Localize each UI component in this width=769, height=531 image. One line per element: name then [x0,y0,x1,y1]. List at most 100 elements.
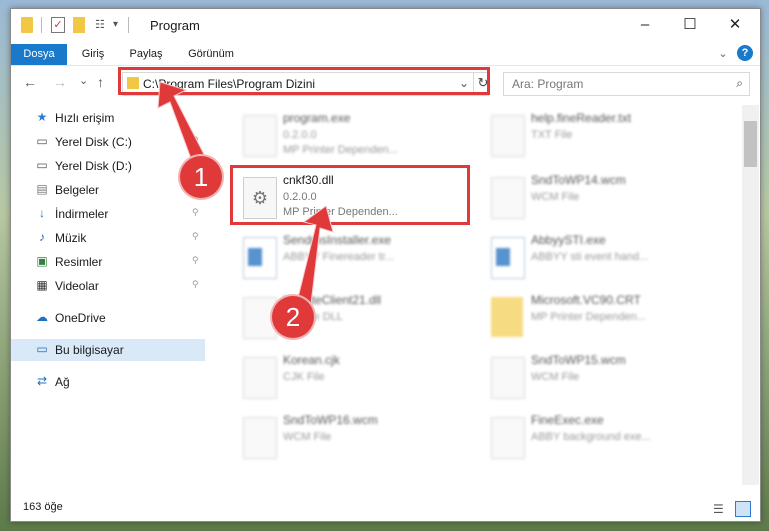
maximize-button[interactable]: ☐ [667,9,713,41]
item-count: 163 öğe [23,501,63,513]
sidebar-item-music[interactable]: ♪ Müzik ⚲ [11,227,205,249]
file-name: SndToWP15.wcm [531,353,626,367]
sidebar-item-network[interactable]: ⇄ Ağ [11,371,205,393]
folder-icon [491,297,523,337]
pin-icon: ⚲ [192,207,199,217]
sidebar-item-documents[interactable]: ▤ Belgeler ⚲ [11,179,205,201]
sidebar-item-this-pc[interactable]: ▭ Bu bilgisayar [11,339,205,361]
sidebar-item-quick-access[interactable]: ★ Hızlı erişim [11,107,205,129]
star-icon: ★ [36,110,48,124]
minimize-button[interactable]: – [622,9,668,41]
customize-toolbar-icon[interactable]: ▾ [113,17,121,33]
drive-icon: ▭ [36,158,48,172]
file-item[interactable]: Microsoft.VC90.CRT MP Printer Dependen..… [481,289,721,349]
file-icon [491,357,525,399]
file-name: FineExec.exe [531,413,604,427]
file-name: Microsoft.VC90.CRT [531,293,641,307]
file-icon [243,115,277,157]
document-icon: ▤ [36,182,48,196]
file-detail: MP Printer Dependen... [283,144,398,156]
sidebar-item-label: İndirmeler [55,207,109,221]
download-icon: ↓ [39,206,45,220]
close-button[interactable]: ✕ [712,9,758,41]
title-bar: ✓ ☷ ▾ Program – ☐ ✕ [11,9,760,41]
file-name: SndToWP14.wcm [531,173,626,187]
file-item[interactable]: Korean.cjk CJK File [233,349,473,409]
up-arrow-icon[interactable]: ↑ [97,74,104,90]
sidebar-item-downloads[interactable]: ↓ İndirmeler ⚲ [11,203,205,225]
network-icon: ⇄ [36,374,48,388]
search-icon[interactable]: ⌕ [736,76,743,91]
file-detail: ABBYY Finereader tr... [283,251,395,263]
application-icon [491,237,525,279]
music-icon: ♪ [39,230,45,244]
file-item[interactable]: help.fineReader.txt TXT File [481,107,721,167]
file-detail: MP Printer Dependen... [531,311,646,323]
pin-icon: ⚲ [192,279,199,289]
file-detail: WCM File [283,431,332,443]
tab-gorunum[interactable]: Görünüm [181,44,241,65]
sidebar-item-label: Hızlı erişim [55,111,115,125]
details-view-icon[interactable]: ☰ [713,502,724,516]
sidebar-item-videos[interactable]: ▦ Videolar ⚲ [11,275,205,297]
tab-giris[interactable]: Giriş [73,44,113,65]
computer-icon: ▭ [36,342,48,356]
pin-icon: ⚲ [192,231,199,241]
file-detail: TXT File [531,129,573,141]
file-item[interactable]: program.exe 0.2.0.0 MP Printer Dependen.… [233,107,473,167]
sidebar-item-label: Ağ [55,375,70,389]
ribbon-expand-icon[interactable]: ⌄ [715,44,731,65]
file-name: help.fineReader.txt [531,111,632,125]
file-item[interactable]: SndToWP14.wcm WCM File [481,169,721,229]
file-item[interactable]: SendmsInstaller.exe ABBYY Finereader tr.… [233,229,473,289]
large-icons-view-icon[interactable] [735,501,751,517]
file-item[interactable]: AbbyySTI.exe ABBYY sti event hand... [481,229,721,289]
cloud-icon: ☁ [36,310,48,324]
properties-icon[interactable]: ✓ [51,17,65,33]
file-icon [491,177,525,219]
scrollbar-thumb[interactable] [744,121,757,167]
sidebar-item-local-disk-d[interactable]: ▭ Yerel Disk (D:) [11,155,205,177]
divider [128,17,129,33]
file-item[interactable]: UpdateClient21.dll Service DLL [233,289,473,349]
file-icon [243,417,277,459]
file-detail: CJK File [283,371,325,383]
tab-paylas[interactable]: Paylaş [123,44,169,65]
sidebar-item-label: OneDrive [55,311,106,325]
file-detail: ABBYY sti event hand... [531,251,649,263]
forward-arrow-icon[interactable]: → [53,74,67,90]
view-options-icon[interactable]: ☷ [95,17,109,33]
search-input[interactable]: Ara: Program [512,77,583,91]
explorer-window: ✓ ☷ ▾ Program – ☐ ✕ Dosya Giriş Paylaş G… [10,8,761,522]
file-item[interactable]: FineExec.exe ABBY background exe... [481,409,721,469]
sidebar-item-local-disk-c[interactable]: ▭ Yerel Disk (C:) ⚲ [11,131,205,153]
file-name: Korean.cjk [283,353,340,367]
sidebar-item-label: Resimler [55,255,103,269]
file-highlight [230,165,470,225]
file-name: AbbyySTI.exe [531,233,606,247]
divider [41,17,42,33]
file-detail: 0.2.0.0 [283,129,317,141]
sidebar-item-label: Belgeler [55,183,100,197]
help-icon[interactable]: ? [737,45,753,61]
sidebar-item-pictures[interactable]: ▣ Resimler ⚲ [11,251,205,273]
ribbon-tabs: Dosya Giriş Paylaş Görünüm ⌄ ? [11,41,760,65]
file-item[interactable]: SndToWP15.wcm WCM File [481,349,721,409]
sidebar-item-label: Bu bilgisayar [55,343,124,357]
back-arrow-icon[interactable]: ← [23,74,37,90]
sidebar-item-label: Müzik [55,231,87,245]
file-detail: WCM File [531,371,580,383]
new-folder-icon[interactable] [73,17,85,33]
sidebar-item-onedrive[interactable]: ☁ OneDrive [11,307,205,329]
navigation-pane: ★ Hızlı erişim ▭ Yerel Disk (C:) ⚲ ▭ Yer… [11,105,205,483]
address-highlight [118,67,490,95]
pictures-icon: ▣ [36,254,48,268]
file-icon [243,357,277,399]
drive-icon: ▭ [36,134,48,148]
search-box[interactable]: Ara: Program ⌕ [503,72,750,96]
file-item[interactable]: SndToWP16.wcm WCM File [233,409,473,469]
recent-locations-icon[interactable]: ⌄ [79,74,88,87]
file-name: SndToWP16.wcm [283,413,378,427]
tab-dosya[interactable]: Dosya [11,44,67,65]
file-icon [491,417,525,459]
